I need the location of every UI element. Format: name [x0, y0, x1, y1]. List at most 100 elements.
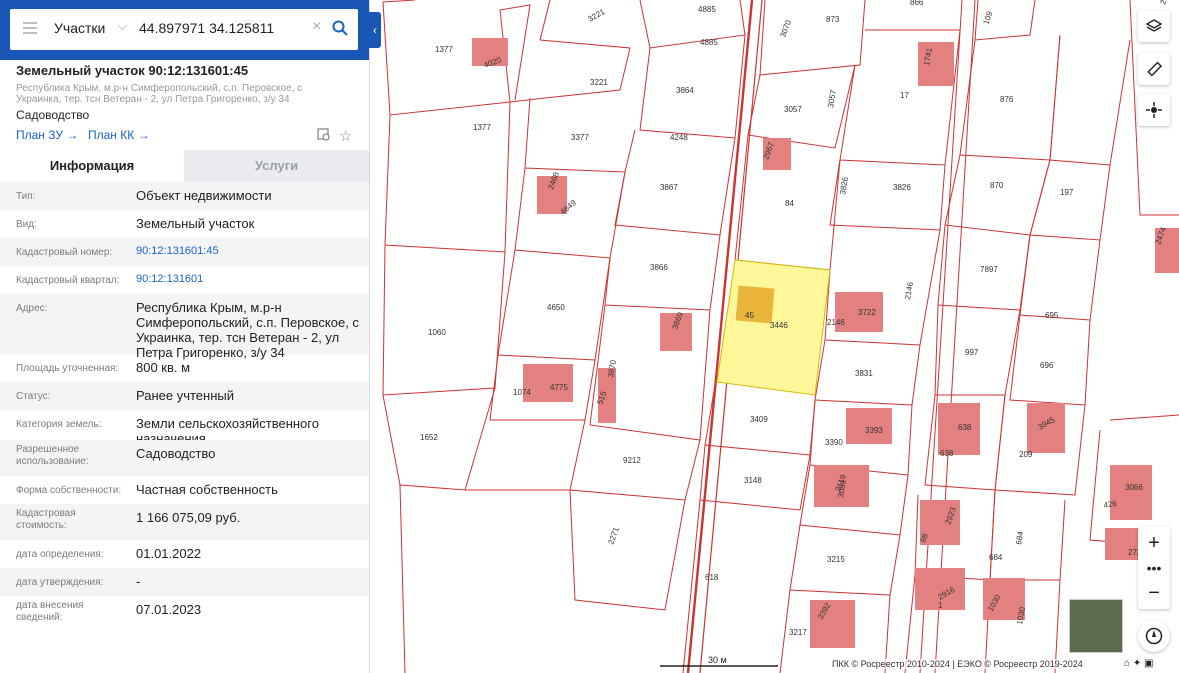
share-icon[interactable]: ✦ [1133, 658, 1141, 669]
attribute-value: - [136, 574, 141, 589]
attribute-row: Категория земель: Земли сельскохозяйствен… [0, 410, 369, 446]
attribute-label: Тип: [16, 191, 36, 202]
parcel-label: 197 [1060, 188, 1074, 197]
attribute-label: дата утверждения: [16, 577, 104, 588]
attribute-label: Форма собственности: [16, 485, 122, 496]
attribute-label: Площадь уточненная: [16, 363, 119, 374]
collapse-panel-button[interactable]: ‹ [369, 12, 381, 48]
home-icon[interactable]: ⌂ [1124, 658, 1130, 669]
object-title: Земельный участок 90:12:131601:45 [16, 63, 249, 78]
attribute-label: дата внесения сведений: [16, 600, 84, 623]
attribute-value: Республика Крым, м.р-н Симферопольский, … [136, 300, 359, 360]
more-button[interactable]: ••• [1138, 559, 1170, 577]
parcel-label: 3722 [858, 308, 876, 317]
print-icon[interactable] [317, 128, 331, 142]
attribute-value: 1 166 075,09 руб. [136, 510, 241, 525]
parcel-label: 3393 [865, 426, 883, 435]
parcel-label: 3066 [1125, 483, 1143, 492]
attribute-row: Вид: Земельный участок [0, 210, 369, 238]
tab-info[interactable]: Информация [0, 150, 184, 182]
parcel-label: 3217 [789, 628, 807, 637]
parcel-label: 997 [965, 348, 979, 357]
attribute-value: Земельный участок [136, 216, 255, 231]
star-icon[interactable]: ☆ [339, 127, 352, 145]
attribute-row: Тип: Объект недвижимости [0, 182, 369, 210]
parcel-label: 209 [1019, 450, 1033, 459]
attribute-label: Статус: [16, 391, 51, 402]
parcel-label: 3377 [571, 133, 589, 142]
locate-button[interactable] [1138, 94, 1170, 126]
zoom-in-button[interactable]: + [1138, 527, 1170, 559]
zoom-out-button[interactable]: − [1138, 577, 1170, 609]
parcel-label: 3409 [750, 415, 768, 424]
parcel-label: 1060 [428, 328, 446, 337]
parcel-label: 3390 [825, 438, 843, 447]
parcel-label: 684 [989, 553, 1003, 562]
attribute-value-link[interactable]: 90:12:131601:45 [136, 244, 361, 259]
object-address-short: Республика Крым, м.р-н Симферопольский, … [16, 83, 303, 105]
parcel-label: 866 [910, 0, 924, 7]
parcel-label: 1 [938, 601, 943, 610]
layers-icon [1145, 19, 1163, 32]
parcel-label: 4885 [700, 38, 718, 47]
object-purpose: Садоводство [16, 108, 90, 122]
attribute-value-link[interactable]: 90:12:131601 [136, 272, 361, 287]
parcel-label: 638 [940, 449, 954, 458]
window-icon[interactable]: ▣ [1144, 658, 1153, 669]
plan-zu-link[interactable]: План ЗУ → [16, 128, 78, 142]
basemap-thumbnail[interactable] [1069, 599, 1123, 653]
search-icon[interactable] [332, 20, 348, 36]
parcel-label: 2146 [827, 318, 845, 327]
search-input[interactable]: 44.897971 34.125811 [139, 20, 274, 36]
parcel-label: 4248 [670, 133, 688, 142]
footer-icons: ⌂ ✦ ▣ [1124, 658, 1153, 669]
parcel-label: 4775 [550, 383, 568, 392]
parcel-label: 4650 [547, 303, 565, 312]
attribute-value: 800 кв. м [136, 360, 191, 375]
attribute-label: Кадастровый квартал: [16, 275, 120, 286]
attribute-row: дата определения: 01.01.2022 [0, 540, 369, 568]
tabs: Информация Услуги [0, 150, 369, 182]
parcel-label: 9212 [623, 456, 641, 465]
compass-icon [1145, 627, 1163, 645]
parcel-label: 3867 [660, 183, 678, 192]
attribute-value: Объект недвижимости [136, 188, 272, 203]
attribute-value: 07.01.2023 [136, 602, 202, 617]
layers-button[interactable] [1138, 10, 1170, 42]
attribute-label: Разрешенное использование: [16, 444, 89, 467]
attribute-row: Адрес: Республика Крым, м.р-н Симферополь… [0, 294, 369, 360]
ruler-icon [1147, 61, 1163, 77]
search-bar: Участки ⌵ 44.897971 34.125811 × [0, 0, 369, 60]
scale-label: 30 м [708, 655, 727, 665]
parcel-label: 7897 [980, 265, 998, 274]
parcel-label: 873 [826, 15, 840, 24]
attribution: ПКК © Росреестр 2010-2024 | ЕЭКО © Росре… [832, 659, 1083, 669]
attribute-row: Форма собственности: Частная собственност… [0, 476, 369, 504]
search-box: Участки ⌵ 44.897971 34.125811 × [10, 9, 358, 50]
close-icon[interactable]: × [312, 18, 321, 36]
parcel-label: 3215 [827, 555, 845, 564]
chevron-down-icon[interactable]: ⌵ [118, 19, 127, 34]
tab-services[interactable]: Услуги [184, 150, 369, 182]
parcel-label: 4885 [698, 5, 716, 14]
attribute-row: Разрешенное использование: Садоводство [0, 440, 369, 476]
search-type-select[interactable]: Участки [54, 20, 105, 36]
parcel-label: 638 [958, 423, 972, 432]
parcel-label: 3831 [855, 369, 873, 378]
attribute-value: Ранее учтенный [136, 388, 234, 403]
attribute-row: Кадастровый номер: 90:12:131601:45 [0, 238, 369, 266]
menu-icon[interactable] [23, 22, 37, 36]
parcel-label: 696 [1040, 361, 1054, 370]
plan-kk-link[interactable]: План КК → [88, 128, 150, 142]
measure-button[interactable] [1138, 53, 1170, 85]
attribute-row: Статус: Ранее учтенный [0, 382, 369, 410]
attribute-row: Кадастровая стоимость: 1 166 075,09 руб. [0, 504, 369, 540]
parcel-label: 3057 [784, 105, 802, 114]
parcel-label: 3446 [770, 321, 788, 330]
attributes-table: Тип: Объект недвижимости Вид: Земельный уча… [0, 182, 369, 632]
parcel-label: 3866 [650, 263, 668, 272]
parcel-label: 618 [705, 573, 719, 582]
parcel-label: 1652 [420, 433, 438, 442]
parcel-label: 1074 [513, 388, 531, 397]
compass-button[interactable] [1138, 620, 1170, 652]
